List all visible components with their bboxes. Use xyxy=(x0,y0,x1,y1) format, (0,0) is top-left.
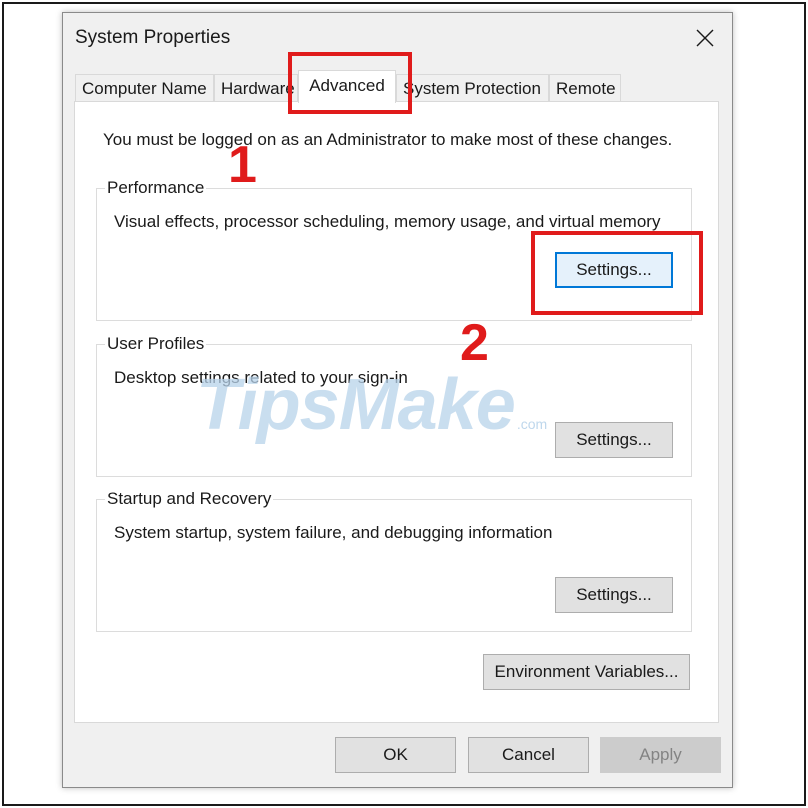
ok-button[interactable]: OK xyxy=(335,737,456,773)
user-profiles-group-label: User Profiles xyxy=(105,334,207,354)
performance-group: Performance Visual effects, processor sc… xyxy=(96,178,692,321)
close-icon xyxy=(696,29,714,47)
startup-recovery-description: System startup, system failure, and debu… xyxy=(114,523,553,542)
startup-recovery-group-label: Startup and Recovery xyxy=(105,489,274,509)
environment-variables-button[interactable]: Environment Variables... xyxy=(483,654,690,690)
performance-settings-button[interactable]: Settings... xyxy=(555,252,673,288)
startup-recovery-group: Startup and Recovery System startup, sys… xyxy=(96,489,692,632)
apply-button[interactable]: Apply xyxy=(600,737,721,773)
performance-group-label: Performance xyxy=(105,178,207,198)
tab-system-protection[interactable]: System Protection xyxy=(396,74,549,102)
step-1-label: 1 xyxy=(228,136,257,194)
cancel-button[interactable]: Cancel xyxy=(468,737,589,773)
tab-advanced[interactable]: Advanced xyxy=(298,70,396,103)
performance-description: Visual effects, processor scheduling, me… xyxy=(114,212,661,231)
step-2-label: 2 xyxy=(460,314,489,372)
close-button[interactable] xyxy=(688,23,722,53)
advanced-tab-panel: You must be logged on as an Administrato… xyxy=(74,101,719,723)
user-profiles-settings-button[interactable]: Settings... xyxy=(555,422,673,458)
tab-hardware[interactable]: Hardware xyxy=(214,74,298,102)
tab-remote[interactable]: Remote xyxy=(549,74,621,102)
admin-note: You must be logged on as an Administrato… xyxy=(103,130,673,149)
window-title: System Properties xyxy=(75,27,231,48)
tab-computer-name[interactable]: Computer Name xyxy=(75,74,214,102)
user-profiles-description: Desktop settings related to your sign-in xyxy=(114,368,408,387)
user-profiles-group: User Profiles Desktop settings related t… xyxy=(96,334,692,477)
startup-recovery-settings-button[interactable]: Settings... xyxy=(555,577,673,613)
system-properties-dialog: System Properties Computer Name Hardware… xyxy=(62,12,733,788)
